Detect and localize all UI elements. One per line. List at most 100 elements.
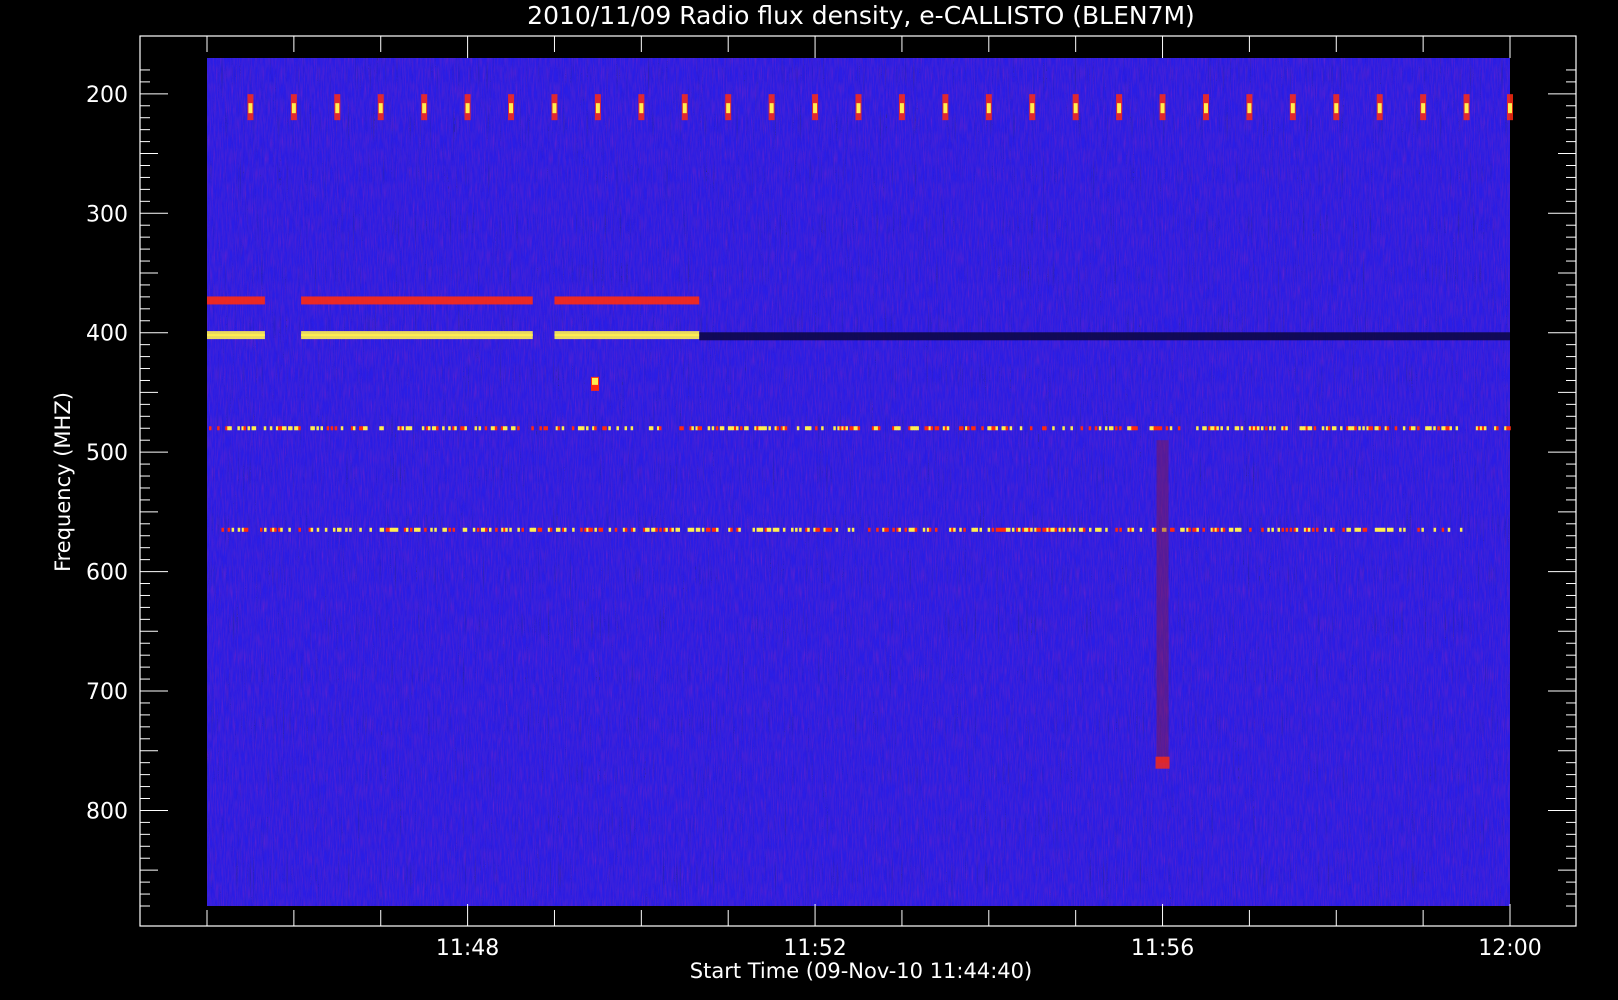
dash bbox=[320, 426, 324, 431]
dash bbox=[288, 527, 291, 532]
dash bbox=[707, 527, 711, 532]
dash bbox=[922, 527, 926, 532]
streak bbox=[1156, 440, 1169, 763]
dash bbox=[349, 527, 352, 532]
dash bbox=[904, 527, 908, 532]
dash bbox=[760, 527, 764, 532]
dash bbox=[916, 426, 919, 431]
dash bbox=[284, 426, 287, 431]
dash bbox=[561, 426, 565, 431]
dash bbox=[995, 426, 998, 431]
dash bbox=[1321, 426, 1325, 431]
dash bbox=[630, 426, 634, 431]
dash bbox=[247, 426, 251, 431]
dash bbox=[290, 426, 293, 431]
dash bbox=[1220, 426, 1223, 431]
dash bbox=[808, 426, 812, 431]
dash bbox=[1188, 527, 1191, 532]
dash bbox=[1403, 527, 1406, 532]
dash bbox=[365, 426, 368, 431]
burst-core bbox=[813, 103, 818, 114]
burst-core bbox=[986, 103, 991, 114]
dash bbox=[1005, 426, 1009, 431]
dash bbox=[444, 527, 447, 532]
dash bbox=[409, 426, 413, 431]
dash bbox=[381, 426, 384, 431]
dash bbox=[665, 527, 668, 532]
dash bbox=[699, 426, 703, 431]
dash bbox=[1358, 527, 1362, 532]
dash bbox=[776, 527, 780, 532]
dash bbox=[1094, 426, 1098, 431]
dash bbox=[531, 426, 534, 431]
burst-core bbox=[726, 103, 731, 114]
dash bbox=[274, 527, 277, 532]
dash bbox=[1315, 527, 1319, 532]
dash bbox=[517, 527, 520, 532]
dash bbox=[1159, 426, 1163, 431]
dash bbox=[776, 426, 780, 431]
band-0-seg-0 bbox=[207, 296, 265, 305]
dash bbox=[401, 426, 405, 431]
dash bbox=[616, 426, 619, 431]
dash bbox=[245, 527, 249, 532]
dash bbox=[310, 527, 314, 532]
dash bbox=[1340, 426, 1343, 431]
dash bbox=[489, 527, 492, 532]
dash bbox=[928, 527, 932, 532]
dash bbox=[1449, 426, 1452, 431]
dash bbox=[1271, 527, 1274, 532]
dash bbox=[768, 426, 771, 431]
dash bbox=[395, 527, 399, 532]
dash bbox=[1009, 426, 1013, 431]
dash bbox=[659, 527, 662, 532]
dash bbox=[1044, 426, 1047, 431]
dash bbox=[1238, 527, 1242, 532]
dash bbox=[345, 527, 348, 532]
dash bbox=[677, 527, 681, 532]
dash bbox=[264, 527, 267, 532]
dash bbox=[243, 426, 246, 431]
dash bbox=[851, 527, 855, 532]
dash bbox=[330, 426, 334, 431]
dash bbox=[494, 426, 498, 431]
dash bbox=[1070, 426, 1073, 431]
dash bbox=[857, 426, 861, 431]
dash bbox=[237, 426, 240, 431]
dash bbox=[421, 426, 425, 431]
dash bbox=[1417, 527, 1420, 532]
dash bbox=[991, 527, 995, 532]
dash bbox=[1088, 426, 1092, 431]
dash bbox=[624, 426, 628, 431]
dash bbox=[1172, 527, 1175, 532]
dash bbox=[1216, 426, 1219, 431]
dash bbox=[409, 527, 413, 532]
dash bbox=[959, 527, 962, 532]
dash bbox=[1508, 426, 1511, 431]
dash bbox=[795, 527, 798, 532]
dash bbox=[1082, 527, 1086, 532]
dash bbox=[600, 527, 604, 532]
dash bbox=[448, 426, 451, 431]
dash bbox=[1105, 527, 1108, 532]
dash bbox=[1260, 426, 1264, 431]
dash bbox=[448, 527, 451, 532]
dash bbox=[1249, 527, 1252, 532]
dash bbox=[513, 426, 516, 431]
dash bbox=[369, 527, 372, 532]
dash bbox=[1068, 527, 1072, 532]
dash bbox=[715, 426, 719, 431]
dash bbox=[740, 426, 743, 431]
burst-core bbox=[682, 103, 687, 114]
dash bbox=[1098, 426, 1102, 431]
dash bbox=[1007, 527, 1011, 532]
dash bbox=[608, 426, 611, 431]
dash bbox=[914, 527, 918, 532]
dash bbox=[1333, 426, 1337, 431]
chart-title: 2010/11/09 Radio flux density, e-CALLIST… bbox=[527, 1, 1195, 30]
dash bbox=[454, 426, 457, 431]
dash bbox=[1358, 426, 1361, 431]
dash bbox=[1394, 426, 1398, 431]
dash bbox=[614, 527, 618, 532]
burst-core bbox=[1117, 103, 1122, 114]
